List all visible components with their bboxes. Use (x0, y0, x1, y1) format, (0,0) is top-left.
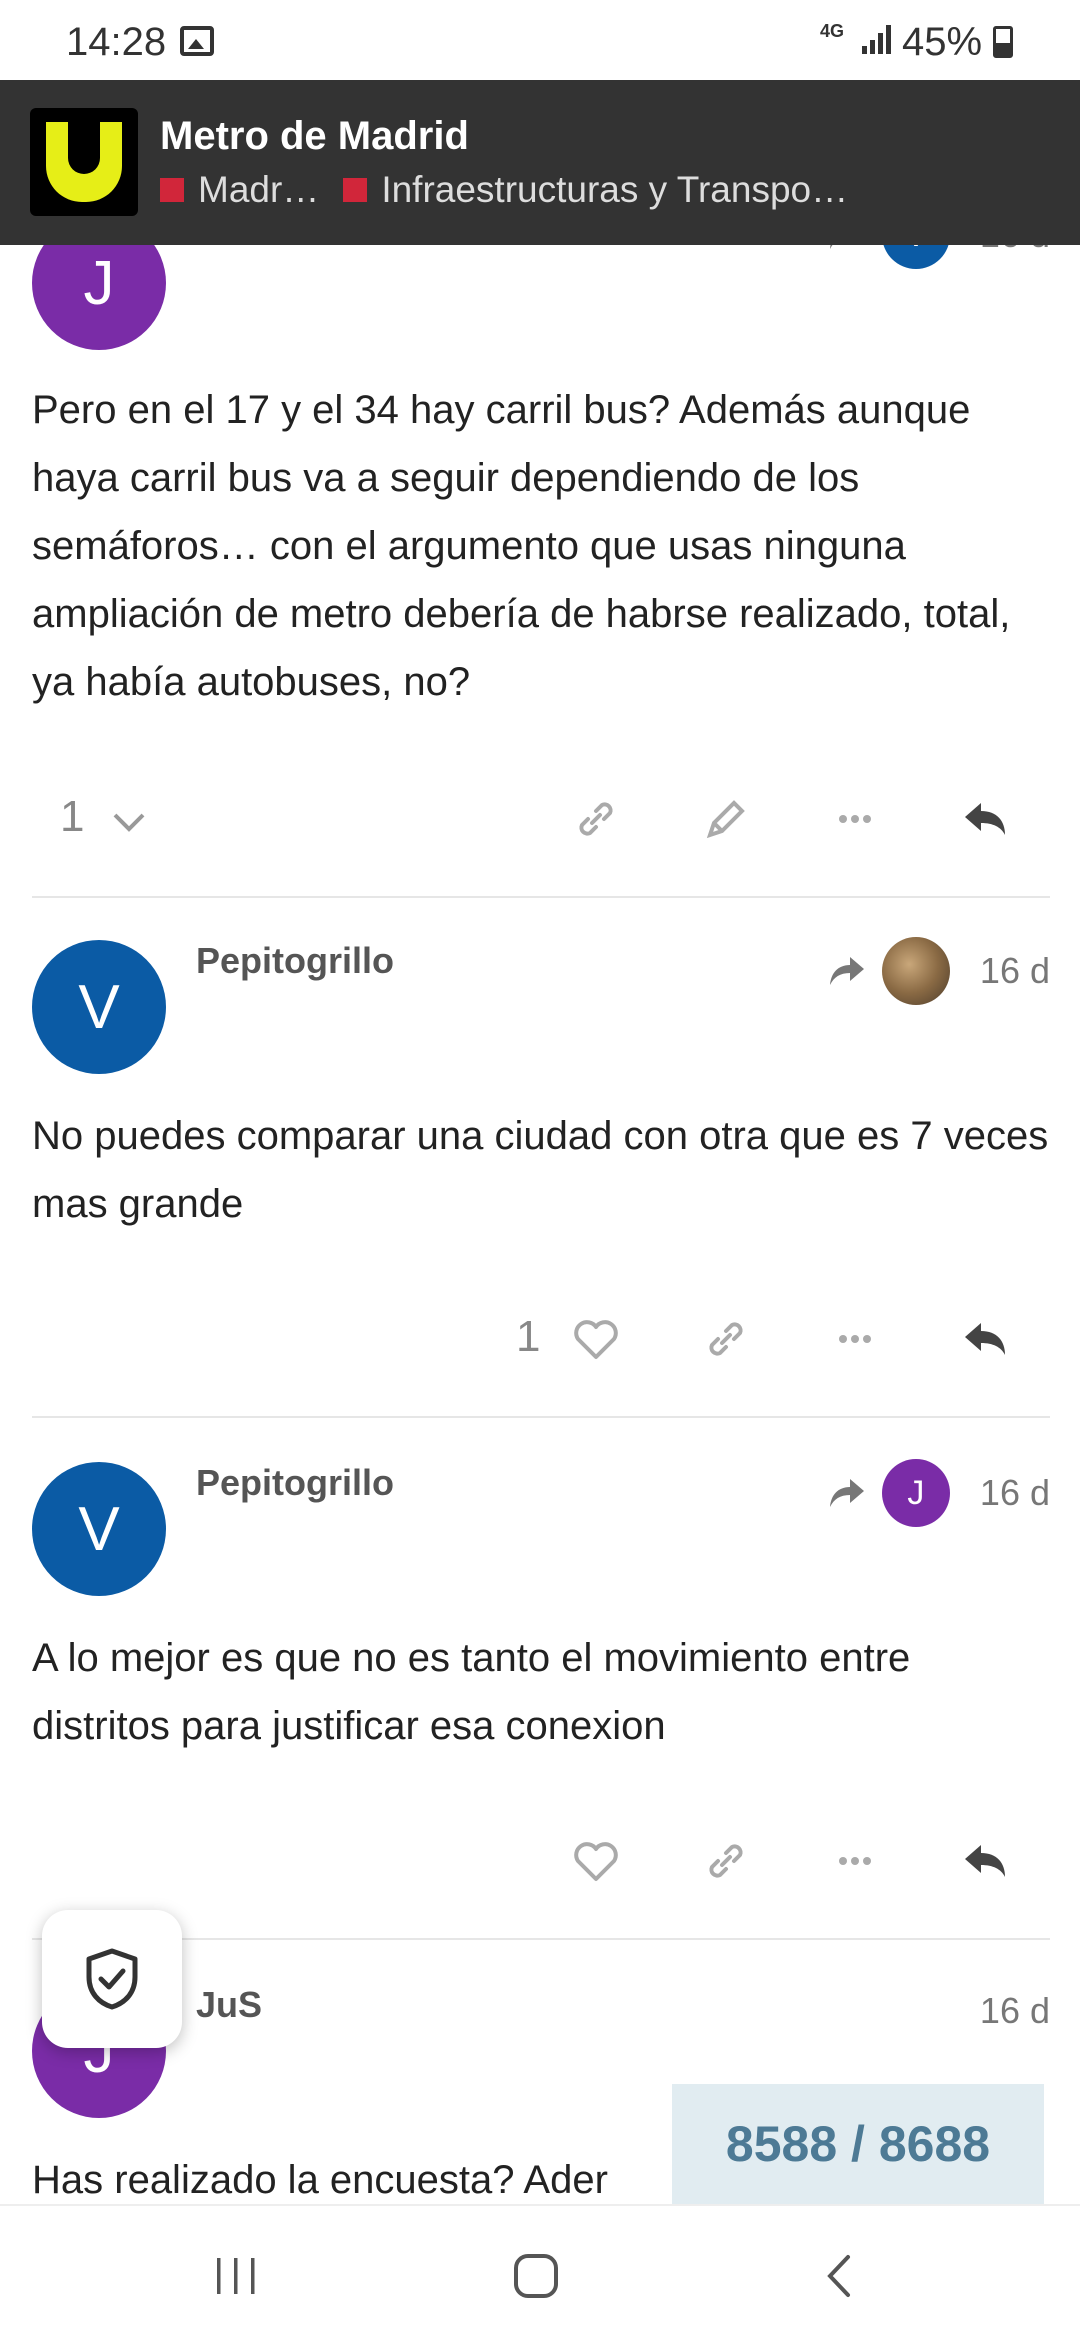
reply-to-arrow-icon (829, 957, 864, 985)
ellipsis-icon (839, 815, 871, 823)
subcategory-label: Infraestructuras y Transpo… (381, 169, 849, 210)
post-meta: 16 d (828, 936, 1050, 1006)
reply-icon (965, 803, 1005, 835)
more-options-button[interactable] (820, 1304, 890, 1374)
like-count[interactable]: 1 (516, 1312, 540, 1362)
breadcrumb: Madr… Infraestructuras y Transpo… (160, 166, 872, 214)
copy-link-button[interactable] (691, 1304, 761, 1374)
post-date[interactable]: 16 d (980, 950, 1050, 992)
post-actions (0, 1820, 1080, 1900)
shield-check-icon (86, 1948, 138, 2010)
chevron-down-icon (113, 813, 145, 832)
status-bar: 14:28 4G 45% (0, 0, 1080, 80)
heart-icon (574, 1842, 618, 1881)
battery-icon (993, 26, 1013, 58)
post-divider (32, 1416, 1050, 1418)
pencil-icon (706, 800, 745, 839)
reply-to-arrow-icon (829, 1479, 864, 1507)
reply-button[interactable] (950, 1826, 1020, 1896)
back-icon (827, 2255, 850, 2297)
avatar[interactable]: V (32, 940, 166, 1074)
username[interactable]: Pepitogrillo (196, 1462, 394, 1504)
home-button[interactable] (496, 2246, 576, 2306)
post-body: A lo mejor es que no es tanto el movimie… (32, 1636, 911, 1748)
topic-progress[interactable]: 8588 / 8688 (672, 2084, 1044, 2204)
recent-apps-button[interactable] (196, 2246, 276, 2306)
reply-icon (965, 1323, 1005, 1355)
like-button[interactable] (561, 1826, 631, 1896)
post-meta: J 16 d (828, 1458, 1050, 1528)
post-divider (32, 1938, 1050, 1940)
post-actions: 1 (0, 1298, 1080, 1378)
post-date[interactable]: 16 d (980, 1472, 1050, 1514)
link-icon (709, 1844, 743, 1878)
reply-to-avatar[interactable] (881, 937, 950, 1005)
reply-icon (965, 1845, 1005, 1877)
replies-count[interactable]: 1 (60, 792, 84, 842)
topic-header: Metro de Madrid Madr… Infraestructuras y… (0, 80, 1080, 245)
username[interactable]: Pepitogrillo (196, 940, 394, 982)
post-body: No puedes comparar una ciudad con otra q… (32, 1114, 1049, 1226)
username[interactable]: JuS (196, 1984, 262, 2026)
system-nav-bar (0, 2204, 1080, 2340)
reply-button[interactable] (950, 1304, 1020, 1374)
image-icon (180, 26, 214, 56)
home-icon (514, 2254, 558, 2298)
heart-icon (574, 1320, 618, 1359)
category-label: Madr… (198, 169, 320, 210)
link-icon (709, 1322, 743, 1356)
category-link[interactable]: Madr… (160, 169, 319, 211)
signal-icon (862, 25, 891, 54)
more-options-button[interactable] (820, 784, 890, 854)
battery-percent: 45% (902, 20, 983, 64)
back-button[interactable] (800, 2246, 880, 2306)
privacy-shield-button[interactable] (42, 1910, 182, 2048)
edit-button[interactable] (691, 784, 761, 854)
ellipsis-icon (839, 1335, 871, 1343)
site-logo[interactable] (30, 108, 138, 216)
show-replies-button[interactable] (94, 786, 164, 856)
avatar[interactable]: V (32, 1462, 166, 1596)
link-icon (579, 802, 613, 836)
post-divider (32, 896, 1050, 898)
topic-title[interactable]: Metro de Madrid (160, 114, 469, 159)
copy-link-button[interactable] (691, 1826, 761, 1896)
subcategory-link[interactable]: Infraestructuras y Transpo… (343, 169, 848, 211)
reply-to-avatar[interactable]: J (881, 1459, 950, 1527)
copy-link-button[interactable] (561, 784, 631, 854)
reply-button[interactable] (950, 784, 1020, 854)
category-color-badge (160, 178, 184, 202)
status-time: 14:28 (66, 20, 167, 64)
post-meta: 16 d (964, 1976, 1050, 2046)
more-options-button[interactable] (820, 1826, 890, 1896)
network-type: 4G (820, 21, 845, 41)
ellipsis-icon (839, 1857, 871, 1865)
subcategory-color-badge (343, 178, 368, 202)
post-actions: 1 (0, 778, 1080, 858)
like-button[interactable] (561, 1304, 631, 1374)
post-date[interactable]: 16 d (980, 1990, 1050, 2032)
post-body: Pero en el 17 y el 34 hay carril bus? Ad… (32, 388, 1011, 704)
recent-apps-icon (217, 2258, 255, 2294)
